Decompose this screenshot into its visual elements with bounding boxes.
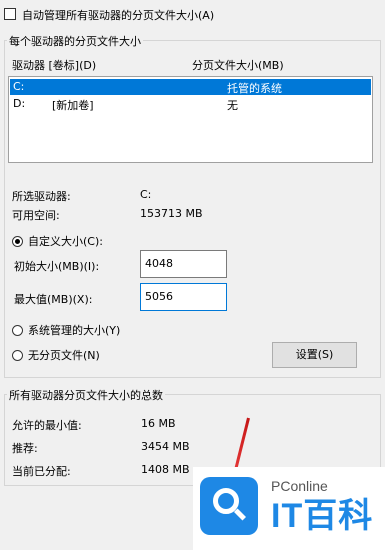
system-managed-radio[interactable] [12,325,23,336]
max-size-label: 最大值(MB)(X): [14,293,93,306]
drive-row-d[interactable]: D: [新加卷] 无 [10,96,371,112]
recommended-label: 推荐: [12,442,38,455]
recommended-value: 3454 MB [141,440,190,453]
drive-row-c[interactable]: C: 托管的系统 [10,79,371,95]
column-header-size: 分页文件大小(MB) [192,59,284,72]
watermark-brand: IT百科 [271,497,374,535]
drive-paging-size: 托管的系统 [227,82,282,95]
per-drive-group-title: 每个驱动器的分页文件大小 [7,33,143,49]
drive-paging-size: 无 [227,99,238,112]
allocated-value: 1408 MB [141,463,190,476]
column-header-drive: 驱动器 [卷标](D) [12,59,97,72]
no-paging-file-radio[interactable] [12,350,23,361]
custom-size-label[interactable]: 自定义大小(C): [28,233,103,249]
initial-size-input[interactable]: 4048 [140,250,227,278]
watermark-site: PConline [271,478,328,494]
system-managed-label[interactable]: 系统管理的大小(Y) [28,322,120,338]
custom-size-radio[interactable] [12,236,23,247]
max-size-input[interactable]: 5056 [140,283,227,311]
drive-letter: C: [13,80,25,93]
free-space-label: 可用空间: [12,209,60,222]
initial-size-label: 初始大小(MB)(I): [14,260,100,273]
selected-drive-label: 所选驱动器: [12,190,71,203]
total-group-title: 所有驱动器分页文件大小的总数 [7,387,165,403]
free-space-value: 153713 MB [140,207,203,220]
set-button[interactable]: 设置(S) [272,342,357,368]
selected-drive-value: C: [140,188,152,201]
min-allowed-value: 16 MB [141,417,176,430]
min-allowed-label: 允许的最小值: [12,419,82,432]
drive-volume-label: [新加卷] [52,99,94,112]
no-paging-file-label[interactable]: 无分页文件(N) [28,347,100,363]
allocated-label: 当前已分配: [12,465,71,478]
drive-list[interactable]: C: 托管的系统 D: [新加卷] 无 [8,76,373,163]
drive-letter: D: [13,97,26,110]
auto-manage-label[interactable]: 自动管理所有驱动器的分页文件大小(A) [22,7,214,23]
magnifier-logo-icon [200,477,258,535]
auto-manage-checkbox[interactable] [4,8,16,20]
